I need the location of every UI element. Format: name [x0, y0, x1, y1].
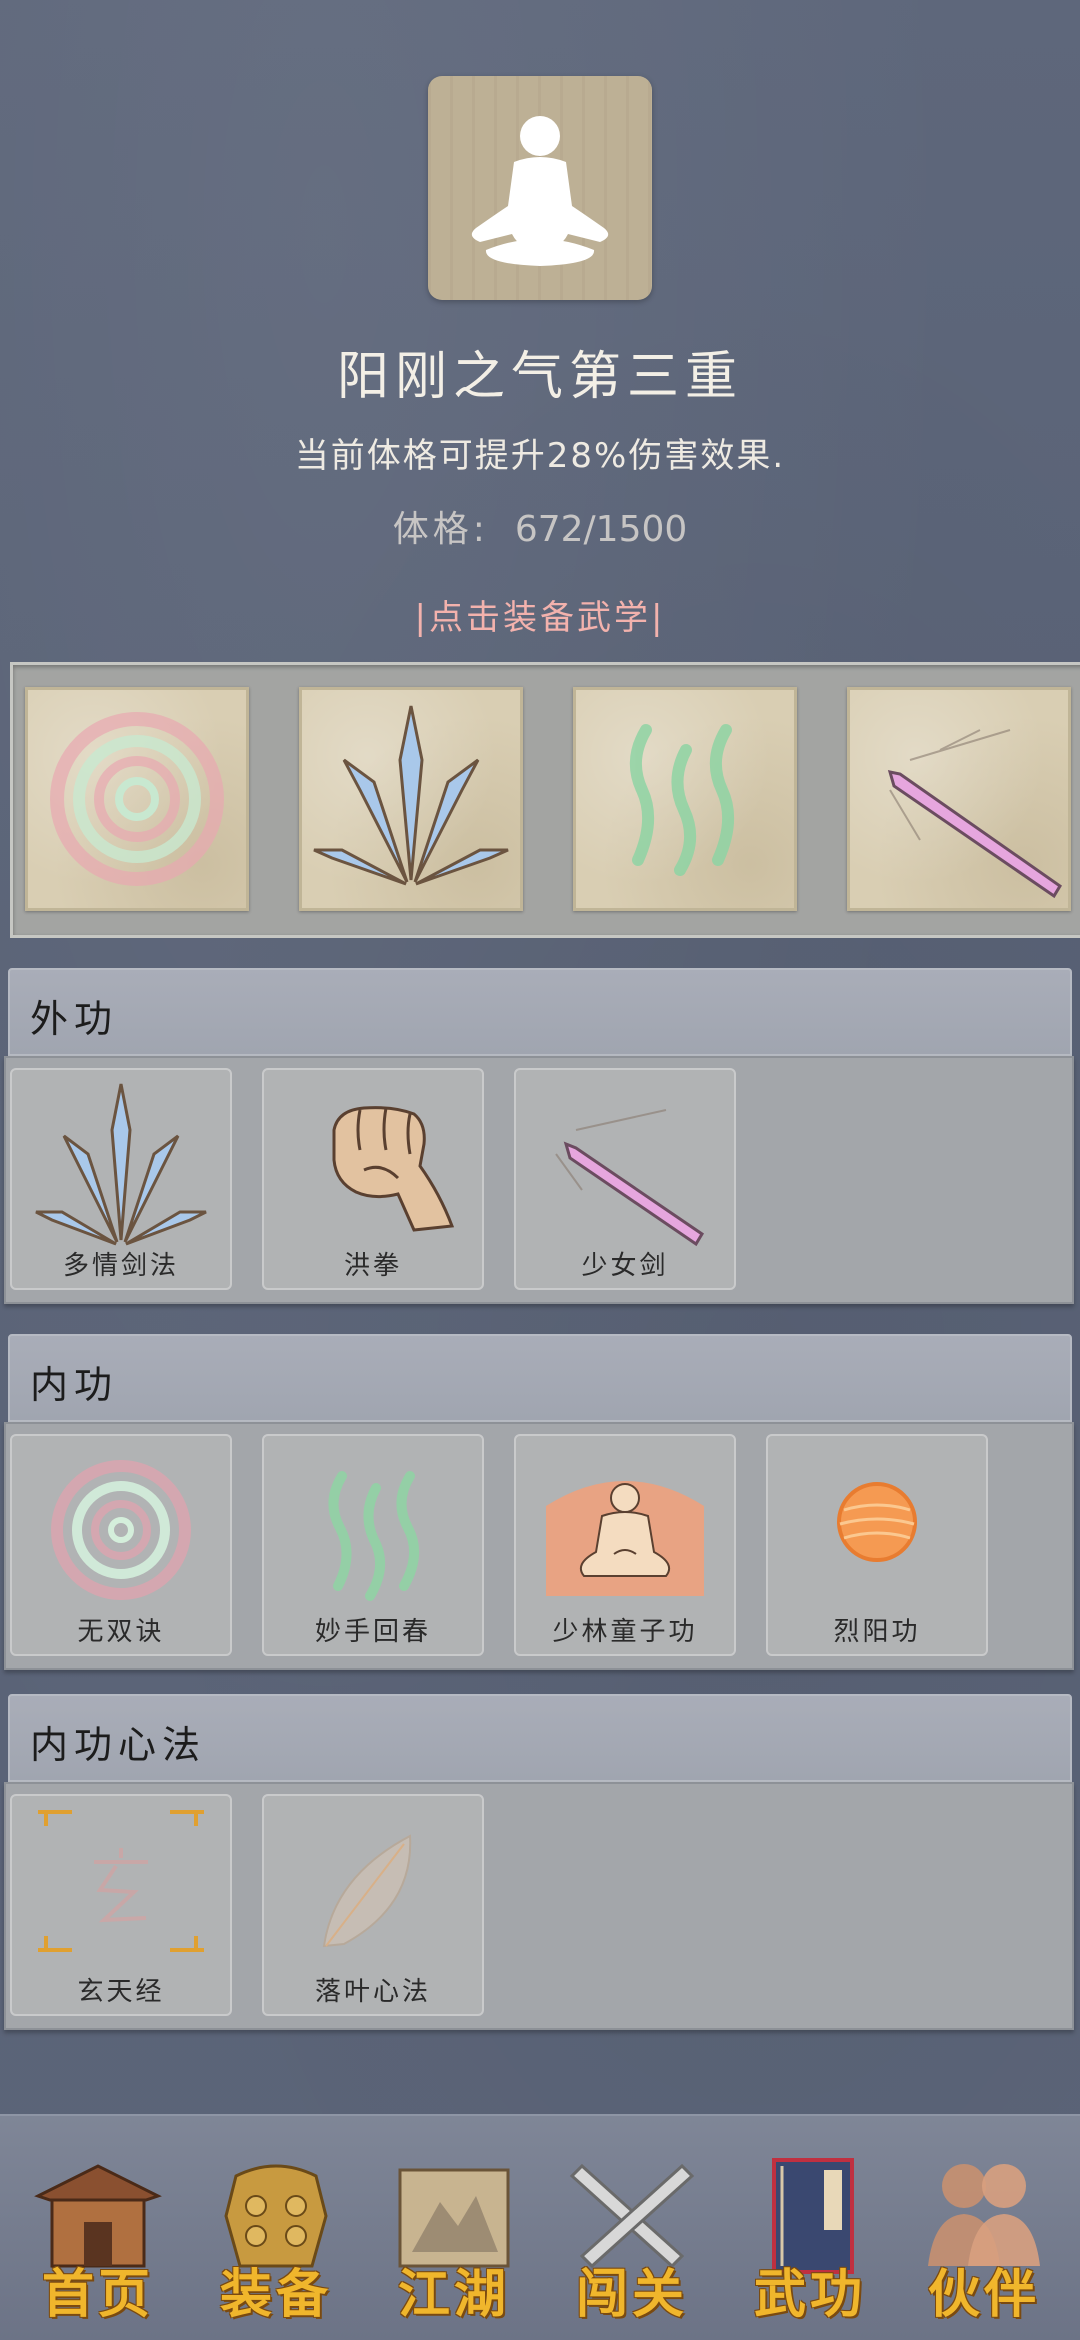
skill-card[interactable]: 少女剑 [514, 1068, 736, 1290]
physique-label: 体格: [392, 509, 489, 550]
equipped-slot-3[interactable] [573, 687, 797, 911]
section-title: 外功 [30, 997, 119, 1041]
green-waves-icon [629, 724, 735, 876]
pink-sword-icon [555, 1109, 705, 1247]
skill-name: 洪拳 [343, 1251, 402, 1281]
nav-challenge[interactable]: 闯关 [552, 2156, 712, 2326]
nav-equipment[interactable]: 装备 [196, 2156, 356, 2326]
nav-home[interactable]: 首页 [18, 2156, 178, 2326]
skill-card[interactable]: 无双诀 [10, 1434, 232, 1656]
equip-skill-link[interactable]: |点击装备武学| [0, 590, 1080, 639]
skill-description: 当前体格可提升28%伤害效果. [294, 436, 786, 476]
meditating-figure-icon [471, 116, 609, 266]
skill-card[interactable]: 多情剑法 [10, 1068, 232, 1290]
skill-avatar [428, 76, 652, 300]
nav-label: 伙伴 [927, 2264, 1040, 2325]
skill-card[interactable]: 少林童子功 [514, 1434, 736, 1656]
skill-card[interactable]: 烈阳功 [766, 1434, 988, 1656]
skill-name: 玄天经 [77, 1977, 165, 2007]
skill-title: 阳刚之气第三重 [336, 347, 743, 407]
section-title: 内功心法 [30, 1723, 207, 1767]
section-header-external: 外功 [8, 968, 1072, 1056]
nav-label: 装备 [219, 2264, 332, 2325]
skill-name: 少林童子功 [552, 1617, 698, 1647]
section-header-mental: 内功心法 [8, 1694, 1072, 1782]
leaf-icon [322, 1834, 412, 1948]
nav-martial-arts[interactable]: 武功 [730, 2156, 890, 2326]
xuan-rune-icon [38, 1810, 204, 1952]
equipped-skills-strip [10, 662, 1080, 938]
skill-name: 烈阳功 [833, 1617, 921, 1647]
meditating-monk-icon [546, 1481, 704, 1596]
blue-sword-fan-icon [313, 705, 509, 886]
pink-sword-icon [887, 729, 1063, 899]
equipped-slot-2[interactable] [299, 687, 523, 911]
physique-value: 672/1500 [514, 509, 688, 550]
green-waves-icon [328, 1471, 419, 1601]
skill-name: 无双诀 [77, 1617, 165, 1647]
section-body-external: 多情剑法 洪拳 少女剑 [4, 1056, 1074, 1304]
spiral-swirl-icon [51, 1460, 191, 1600]
bottom-navigation: 首页 装备 江湖 闯关 武功 伙伴 [0, 2114, 1080, 2340]
physique-stat: 体格: 672/1500 [0, 500, 1080, 552]
skill-card[interactable]: 洪拳 [262, 1068, 484, 1290]
skill-name: 少女剑 [581, 1251, 669, 1281]
nav-label: 首页 [41, 2264, 154, 2325]
section-header-internal: 内功 [8, 1334, 1072, 1422]
skill-name: 落叶心法 [314, 1977, 431, 2007]
skill-card[interactable]: 落叶心法 [262, 1794, 484, 2016]
skill-card[interactable]: 玄天经 [10, 1794, 232, 2016]
nav-jianghu[interactable]: 江湖 [374, 2156, 534, 2326]
skill-name: 多情剑法 [62, 1251, 179, 1281]
nav-label: 江湖 [397, 2264, 510, 2325]
skill-card[interactable]: 妙手回春 [262, 1434, 484, 1656]
spiral-swirl-icon [50, 712, 224, 886]
blue-sword-fan-icon [35, 1083, 207, 1246]
section-body-internal: 无双诀 妙手回春 少林童子功 烈阳功 [4, 1422, 1074, 1670]
fist-icon [332, 1106, 455, 1232]
orange-sun-icon [837, 1482, 917, 1562]
skill-name: 妙手回春 [314, 1617, 431, 1647]
nav-companions[interactable]: 伙伴 [904, 2156, 1064, 2326]
section-body-mental: 玄天经 落叶心法 [4, 1782, 1074, 2030]
section-title: 内功 [30, 1363, 119, 1407]
equipped-slot-4[interactable] [847, 687, 1071, 911]
equipped-slot-1[interactable] [25, 687, 249, 911]
nav-label: 闯关 [575, 2264, 688, 2325]
nav-label: 武功 [753, 2264, 866, 2325]
